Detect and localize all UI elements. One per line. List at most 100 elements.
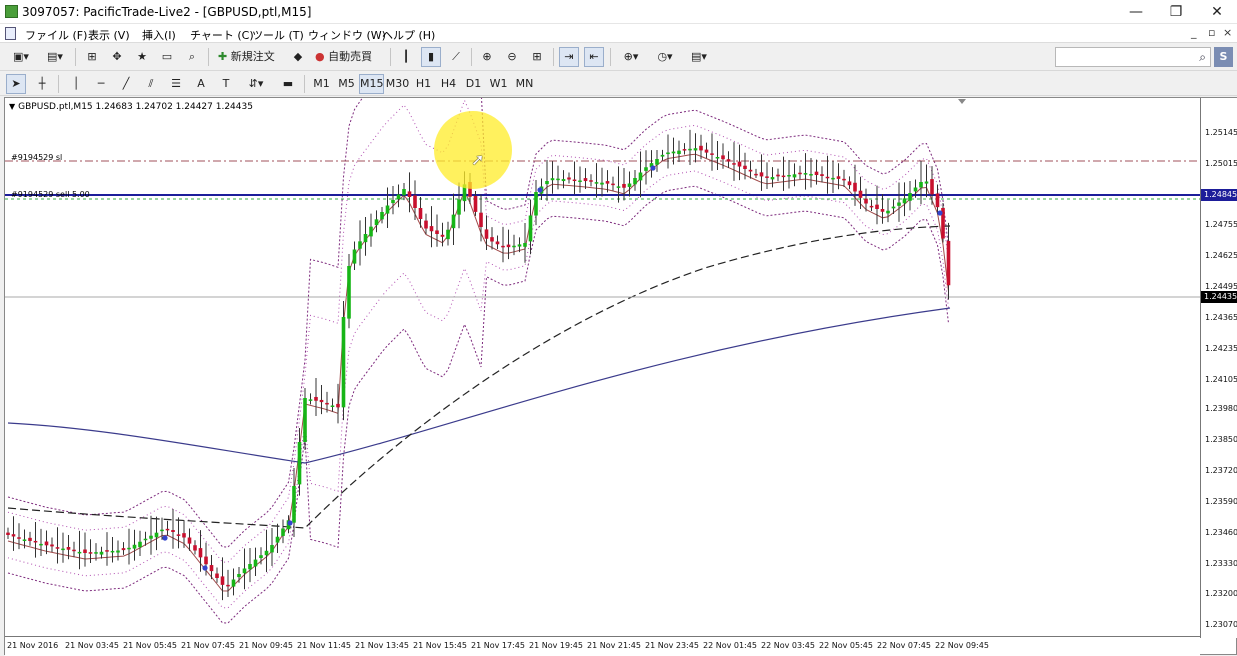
candle-body — [99, 551, 104, 555]
timeframe-m30[interactable]: M30 — [384, 74, 411, 94]
new-order-button[interactable]: ✚ 新規注文 — [215, 47, 285, 67]
horizontal-line-icon[interactable]: ─ — [91, 74, 111, 94]
timeframe-m1[interactable]: M1 — [309, 74, 334, 94]
candle-body — [352, 249, 357, 264]
indicators-icon[interactable]: ⊕▾ — [616, 47, 646, 67]
candle-body — [765, 176, 769, 178]
text-label-icon[interactable]: T — [216, 74, 236, 94]
signal-arrow-icon — [162, 535, 168, 541]
timeframe-h4[interactable]: H4 — [436, 74, 461, 94]
templates-icon[interactable]: ▤▾ — [684, 47, 714, 67]
trendline-icon[interactable]: ╱ — [116, 74, 136, 94]
terminal-icon[interactable]: ▭ — [157, 47, 177, 67]
zoom-in-icon[interactable]: ⊕ — [477, 47, 497, 67]
candle-body — [561, 179, 566, 182]
tile-windows-icon[interactable]: ⊞ — [527, 47, 547, 67]
document-icon[interactable] — [5, 27, 16, 40]
timeframe-h1[interactable]: H1 — [411, 74, 436, 94]
candle-body — [594, 182, 599, 184]
symbol-menu-icon[interactable]: ▼ — [9, 102, 15, 111]
navigator-icon[interactable]: ★ — [132, 47, 152, 67]
candle-body — [396, 194, 401, 200]
candle-body — [83, 549, 87, 553]
cursor-tool-icon[interactable]: ➤ — [6, 74, 26, 94]
candle-body — [259, 555, 263, 558]
profiles-icon[interactable]: ▤▾ — [40, 47, 70, 67]
timeframe-m5[interactable]: M5 — [334, 74, 359, 94]
candle-body — [710, 153, 714, 155]
candle-body — [336, 403, 340, 408]
text-tool-icon[interactable]: A — [191, 74, 211, 94]
candle-body — [193, 545, 197, 551]
menu-insert[interactable]: 挿入(I) — [142, 27, 176, 43]
price-label: 1.23330 — [1205, 558, 1237, 568]
arrows-icon[interactable]: ⇵▾ — [241, 74, 271, 94]
search-icon[interactable]: ⌕ — [1199, 50, 1206, 65]
vertical-line-icon[interactable]: │ — [66, 74, 86, 94]
candle-body — [264, 550, 269, 556]
restore-button[interactable]: ❐ — [1156, 0, 1196, 24]
help-icon[interactable]: S — [1214, 47, 1233, 67]
market-watch-icon[interactable]: ⊞ — [82, 47, 102, 67]
mdi-minimize-button[interactable]: _ — [1191, 26, 1197, 39]
fibonacci-icon[interactable]: ☰ — [166, 74, 186, 94]
auto-scroll-icon[interactable]: ⇥ — [559, 47, 579, 67]
timeframe-m15[interactable]: M15 — [359, 74, 384, 94]
shapes-icon[interactable]: ▬ — [278, 74, 298, 94]
metaeditor-icon[interactable]: ◆ — [288, 47, 308, 67]
app-icon — [5, 5, 18, 18]
periods-icon[interactable]: ◷▾ — [650, 47, 680, 67]
mdi-restore-button[interactable]: ▫ — [1208, 26, 1215, 39]
moving-averages — [7, 225, 951, 529]
menu-tools[interactable]: ツール (T) — [252, 27, 304, 43]
candle-body — [864, 198, 868, 204]
window-title: 3097057: PacificTrade-Live2 - [GBPUSD,pt… — [22, 5, 312, 19]
time-scale[interactable]: 21 Nov 2016 21 Nov 03:45 21 Nov 05:45 21 No… — [5, 636, 1200, 656]
symbol-info-text: GBPUSD.ptl,M15 1.24683 1.24702 1.24427 1… — [18, 102, 253, 112]
mdi-close-button[interactable]: × — [1223, 26, 1232, 39]
candlestick-icon[interactable]: ▮ — [421, 47, 441, 67]
candle-body — [743, 165, 747, 169]
price-chart[interactable] — [5, 98, 1200, 636]
stop-loss-line-label[interactable]: #9194529 sl — [11, 153, 62, 162]
line-chart-icon[interactable]: ⟋ — [446, 47, 466, 67]
time-label: 22 Nov 09:45 — [935, 641, 989, 650]
menu-file[interactable]: ファイル (F) — [25, 27, 87, 43]
standard-toolbar: ▣▾ ▤▾ ⊞ ✥ ★ ▭ ⌕ ✚ 新規注文 ◆ ● 自動売買 ┃ ▮ ⟋ ⊕ … — [0, 44, 1237, 71]
timeframe-w1[interactable]: W1 — [486, 74, 511, 94]
menu-view[interactable]: 表示 (V) — [88, 27, 130, 43]
auto-trading-button[interactable]: ● 自動売買 — [312, 47, 384, 67]
chart-shift-icon[interactable]: ⇤ — [584, 47, 604, 67]
menu-help[interactable]: ヘルプ (H) — [382, 27, 435, 43]
close-button[interactable]: ✕ — [1197, 0, 1237, 24]
equidistant-channel-icon[interactable]: ⫽ — [141, 74, 161, 94]
candle-body — [253, 559, 258, 567]
strategy-tester-icon[interactable]: ⌕ — [182, 47, 202, 67]
data-window-icon[interactable]: ✥ — [107, 47, 127, 67]
minimize-button[interactable]: — — [1116, 0, 1156, 24]
timeframe-mn[interactable]: MN — [511, 74, 538, 94]
candle-body — [688, 148, 692, 151]
zoom-out-icon[interactable]: ⊖ — [502, 47, 522, 67]
candle-body — [242, 568, 247, 574]
crosshair-icon[interactable]: ┼ — [32, 74, 52, 94]
new-chart-icon[interactable]: ▣▾ — [6, 47, 36, 67]
search-input[interactable]: ⌕ — [1055, 47, 1211, 67]
candle-body — [831, 177, 835, 180]
price-scale[interactable]: 1.251451.250151.248801.247551.246251.244… — [1200, 98, 1237, 638]
chart-shift-marker-icon[interactable] — [958, 99, 966, 104]
candle-body — [908, 193, 912, 201]
candle-body — [935, 193, 940, 208]
menu-chart[interactable]: チャート (C) — [190, 27, 254, 43]
candle-body — [308, 399, 313, 401]
candle-body — [330, 405, 335, 407]
menu-window[interactable]: ウィンドウ (W) — [308, 27, 386, 43]
sell-order-line-label[interactable]: #9194529 sell 5.00 — [11, 190, 90, 199]
chart-window[interactable]: ▼ GBPUSD.ptl,M15 1.24683 1.24702 1.24427 … — [4, 97, 1237, 656]
line-studies-toolbar: ➤ ┼ │ ─ ╱ ⫽ ☰ A T ⇵▾ ▬ M1 M5 M15 M30 H1 … — [0, 71, 1237, 96]
timeframe-d1[interactable]: D1 — [461, 74, 486, 94]
candle-body — [550, 178, 555, 181]
candle-body — [303, 398, 307, 442]
candle-body — [776, 174, 780, 177]
bar-chart-icon[interactable]: ┃ — [396, 47, 416, 67]
